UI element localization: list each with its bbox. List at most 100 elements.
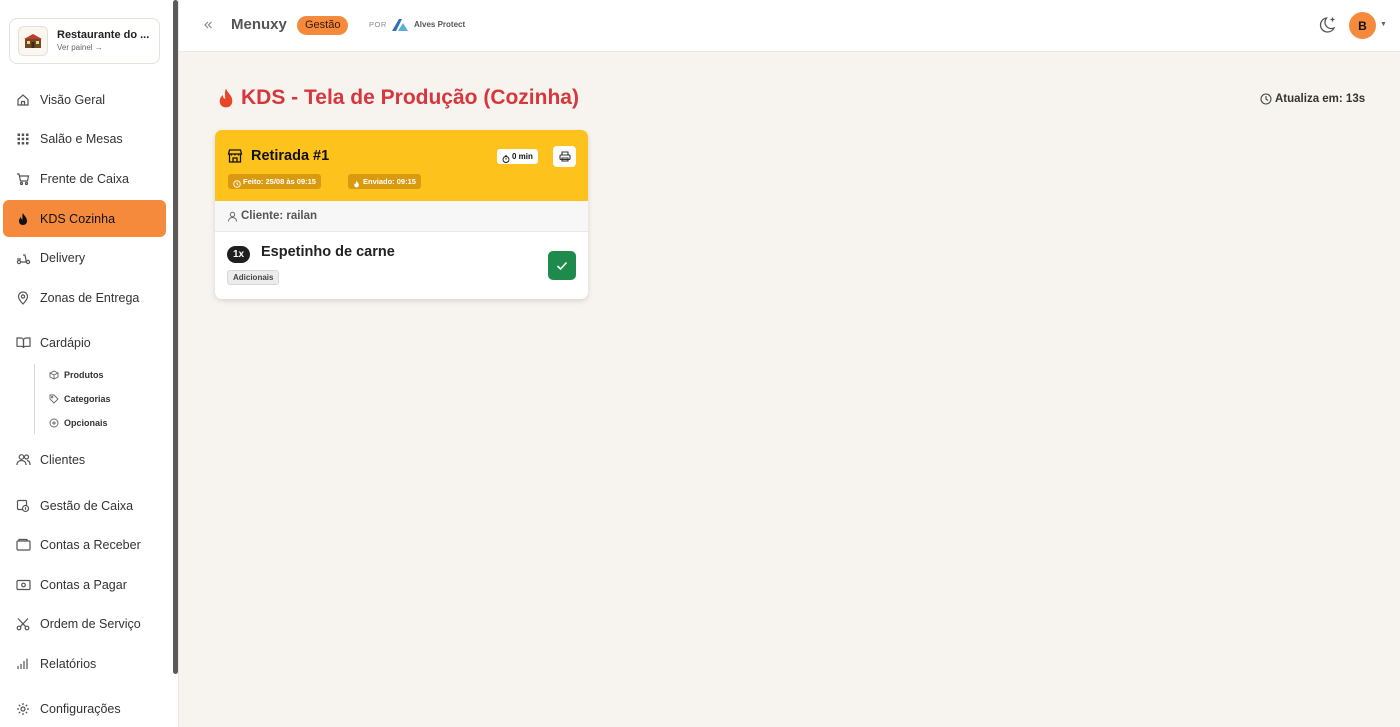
sidebar-item-label: Contas a Pagar [40,577,127,592]
sidebar-item-gestao-caixa[interactable]: Gestão de Caixa [3,487,166,524]
page-title-text: KDS - Tela de Produção (Cozinha) [241,86,579,109]
refresh-text: Atualiza em: 13s [1275,93,1366,105]
sidebar-item-label: Salão e Mesas [40,131,123,146]
order-item-row: 1x Espetinho de carne Adicionais [215,232,588,299]
order-timer-text: 0 min [512,152,533,161]
subitem-label: Opcionais [64,417,108,428]
order-title-text: Retirada #1 [251,148,330,164]
sidebar-item-visao-geral[interactable]: Visão Geral [3,81,166,118]
sidebar-subitem-produtos[interactable]: Produtos [48,369,104,380]
item-name: Espetinho de carne [261,244,395,260]
order-client-row: Cliente: railan [215,201,588,232]
sidebar-item-label: KDS Cozinha [40,211,116,226]
restaurant-logo-icon [18,26,48,56]
sidebar-item-configuracoes[interactable]: Configurações [3,690,166,727]
restaurant-switcher[interactable]: Restaurante do ... Ver painel → [9,18,160,64]
cart-icon [15,171,31,187]
plus-circle-icon [48,417,59,428]
sidebar-item-label: Contas a Receber [40,537,141,552]
subitem-label: Categorias [64,393,111,404]
sidebar-item-frente-caixa[interactable]: Frente de Caixa [3,160,166,197]
partner-logo-icon [391,17,409,33]
sidebar-item-clientes[interactable]: Clientes [3,441,166,478]
users-icon [15,452,31,468]
package-icon [48,369,59,380]
home-icon [15,92,31,108]
sidebar-item-label: Visão Geral [40,92,106,107]
sidebar-item-contas-receber[interactable]: Contas a Receber [3,526,166,563]
sidebar-item-zonas-entrega[interactable]: Zonas de Entrega [3,279,166,316]
check-icon [556,261,568,270]
scooter-icon [15,250,31,266]
page-title: KDS - Tela de Produção (Cozinha) [216,86,579,110]
order-made-tag: Feito: 25/08 às 09:15 [228,174,321,189]
sidebar-item-relatorios[interactable]: Relatórios [3,645,166,682]
restaurant-name: Restaurante do ... [57,29,150,41]
scissors-icon [15,616,31,632]
tag-icon [48,393,59,404]
cash-register-icon [15,498,31,514]
sidebar-item-label: Gestão de Caixa [40,498,134,513]
grid-icon [15,131,31,147]
topbar: Menuxy Gestão POR Alves Protect B ▼ [179,0,1400,52]
bar-chart-icon [15,656,31,672]
user-icon [227,211,238,222]
order-timer-badge: 0 min [497,149,538,164]
sidebar-item-delivery[interactable]: Delivery [3,239,166,276]
sidebar-subitem-opcionais[interactable]: Opcionais [48,417,108,428]
order-sent-text: Enviado: 09:15 [363,177,416,186]
app-name: Menuxy [231,16,287,33]
theme-toggle-button[interactable] [1318,15,1338,35]
wallet-icon [15,537,31,553]
sidebar-item-contas-pagar[interactable]: Contas a Pagar [3,566,166,603]
sidebar-item-ordem-servico[interactable]: Ordem de Serviço [3,605,166,642]
stopwatch-icon [502,153,510,163]
chevron-down-icon[interactable]: ▼ [1380,21,1387,28]
user-avatar[interactable]: B [1349,12,1376,39]
order-card: Retirada #1 0 min Feito: 25/08 às 09:15 … [215,130,588,299]
order-title: Retirada #1 [227,148,329,164]
sidebar-item-label: Configurações [40,701,121,716]
view-panel-link[interactable]: Ver painel → [57,44,149,52]
sidebar-item-label: Zonas de Entrega [40,290,140,305]
submenu-guide-line [34,364,35,434]
sidebar-item-cardapio[interactable]: Cardápio [3,324,166,361]
item-quantity-badge: 1x [227,246,251,263]
order-sent-tag: Enviado: 09:15 [348,174,421,189]
map-pin-icon [15,290,31,306]
partner-name: Alves Protect [414,20,466,29]
sidebar-item-label: Cardápio [40,335,91,350]
clock-icon [233,178,241,188]
moon-icon [1319,17,1336,33]
refresh-countdown: Atualiza em: 13s [1260,93,1365,105]
store-icon [227,148,243,164]
sidebar-item-label: Frente de Caixa [40,171,129,186]
banknote-icon [15,577,31,593]
sidebar: Restaurante do ... Ver painel → Visão Ge… [0,0,179,727]
print-button[interactable] [553,146,576,167]
sidebar-item-label: Delivery [40,250,86,265]
sidebar-subitem-categorias[interactable]: Categorias [48,393,111,404]
item-addons-tag: Adicionais [227,270,280,285]
gestao-badge: Gestão [297,16,349,35]
sidebar-item-label: Clientes [40,452,86,467]
order-made-text: Feito: 25/08 às 09:15 [243,177,316,186]
sidebar-scrollbar[interactable] [173,0,178,674]
flame-icon [15,211,31,227]
flame-icon [353,178,361,187]
mark-item-done-button[interactable] [548,251,576,280]
clock-icon [1260,93,1272,105]
order-card-header: Retirada #1 0 min Feito: 25/08 às 09:15 … [215,130,588,201]
sidebar-item-label: Ordem de Serviço [40,616,141,631]
chevrons-left-icon [204,21,212,29]
sidebar-item-label: Relatórios [40,656,97,671]
subitem-label: Produtos [64,369,104,380]
book-icon [15,335,31,351]
printer-icon [558,151,571,162]
gear-icon [15,701,31,717]
order-client-text: Cliente: railan [241,210,318,222]
powered-by-label: POR [369,20,387,29]
sidebar-item-kds-cozinha[interactable]: KDS Cozinha [3,200,166,237]
sidebar-item-salao-mesas[interactable]: Salão e Mesas [3,120,166,157]
collapse-sidebar-button[interactable] [201,17,215,33]
